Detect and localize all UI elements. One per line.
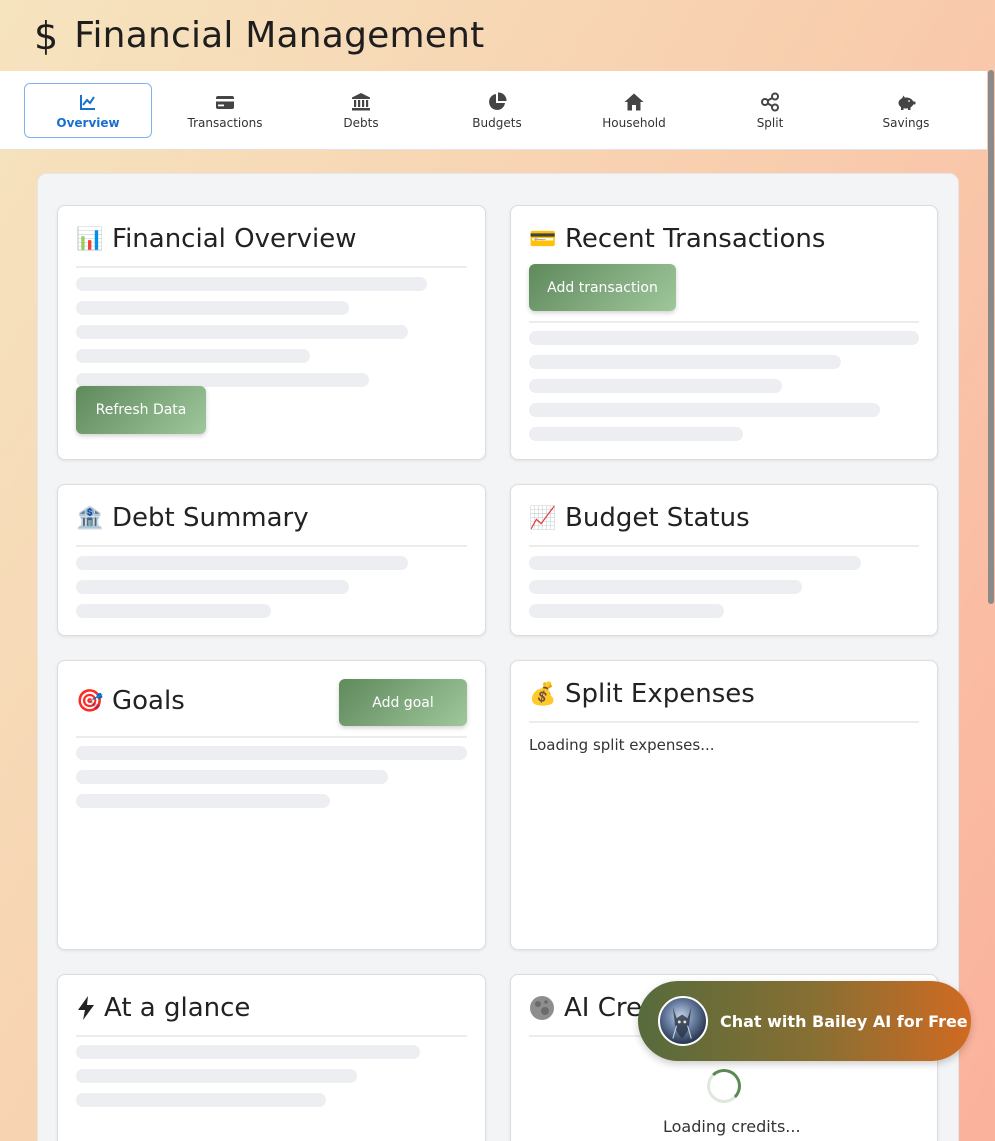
tab-overview[interactable]: Overview [24,83,152,138]
share-icon [761,92,779,111]
tab-split[interactable]: Split [706,83,834,138]
divider [76,545,467,547]
tab-label: Budgets [472,115,522,130]
card-title: 💰 Split Expenses [529,679,755,709]
divider [529,721,919,723]
skeleton-line [529,604,724,618]
skeleton-line [76,1093,326,1107]
target-icon: 🎯 [76,688,104,714]
tab-label: Overview [56,115,120,130]
skeleton-line [76,604,271,618]
skeleton-line [76,325,408,339]
skeleton-line [76,349,310,363]
tab-label: Household [602,115,666,130]
skeleton-line [529,331,919,345]
skeleton-line [76,1069,357,1083]
money-bag-icon: 💰 [529,681,557,707]
card-title: 💳 Recent Transactions [529,224,825,254]
home-icon [624,93,644,110]
lightning-icon [78,996,94,1020]
credit-card-icon: 💳 [529,226,557,252]
tab-label: Split [756,115,784,130]
card-title: AI Cre [529,993,642,1023]
trending-up-icon: 📈 [529,505,557,531]
card-title-text: Budget Status [565,503,750,533]
tab-household[interactable]: Household [570,83,698,138]
skeleton-line [529,355,841,369]
card-title: 📊 Financial Overview [76,224,357,254]
skeleton-line [76,301,349,315]
skeleton-line [529,379,782,393]
card-title-text: Split Expenses [565,679,755,709]
divider [76,736,467,738]
card-title: 🎯 Goals [76,686,185,716]
skeleton-line [76,556,408,570]
financial-overview-card: 📊 Financial Overview Refresh Data [57,205,486,460]
tab-bar: Overview Transactions Debts Budgets Hous… [0,71,987,150]
card-title-text: At a glance [104,993,251,1023]
card-title-text: Goals [112,686,185,716]
piggy-bank-icon [898,95,916,110]
card-title: 🏦 Debt Summary [76,503,309,533]
skeleton-line [76,1045,420,1059]
tab-debts[interactable]: Debts [297,83,425,138]
add-goal-button[interactable]: Add goal [339,679,467,726]
split-expenses-card: 💰 Split Expenses Loading split expenses.… [510,660,938,950]
tab-label: Transactions [187,115,263,130]
at-a-glance-card: At a glance [57,974,486,1141]
skeleton-line [529,556,861,570]
page-header: $ Financial Management [0,0,995,71]
tab-transactions[interactable]: Transactions [161,83,289,138]
divider [529,545,919,547]
pie-chart-icon [489,91,507,110]
card-title-text: Recent Transactions [565,224,826,254]
divider [76,1035,467,1037]
refresh-data-button[interactable]: Refresh Data [76,386,206,434]
chat-with-bailey-button[interactable]: Chat with Bailey AI for Free [638,981,971,1061]
skeleton-line [76,277,427,291]
skeleton-line [529,403,880,417]
tab-savings[interactable]: Savings [842,83,970,138]
budget-status-card: 📈 Budget Status [510,484,938,636]
card-title-text: AI Cre [564,993,642,1023]
cat-avatar [658,996,708,1046]
tab-budgets[interactable]: Budgets [433,83,561,138]
card-title-text: Debt Summary [112,503,309,533]
skeleton-line [76,373,369,387]
divider [529,321,919,323]
loading-spinner [707,1069,741,1103]
skeleton-line [529,427,743,441]
line-chart-icon [80,94,95,110]
loading-text: Loading split expenses... [529,736,715,754]
recent-transactions-card: 💳 Recent Transactions Add transaction [510,205,938,460]
add-transaction-button[interactable]: Add transaction [529,264,676,311]
skeleton-line [76,746,467,760]
bank-icon [352,92,370,110]
bank-icon: 🏦 [76,505,104,531]
tab-label: Savings [882,115,930,130]
card-title-text: Financial Overview [112,224,357,254]
moon-icon [530,996,554,1020]
loading-text: Loading credits... [663,1117,801,1136]
card-title: At a glance [76,993,250,1023]
tab-label: Debts [343,115,379,130]
skeleton-line [529,580,802,594]
scrollbar[interactable] [988,70,994,604]
goals-card: 🎯 Goals Add goal [57,660,486,950]
page-title: Financial Management [74,15,485,56]
dollar-icon: $ [34,13,59,58]
skeleton-line [76,770,388,784]
credit-card-icon [216,95,234,109]
debt-summary-card: 🏦 Debt Summary [57,484,486,636]
bar-chart-icon: 📊 [76,226,104,252]
card-title: 📈 Budget Status [529,503,750,533]
skeleton-line [76,794,330,808]
chat-label: Chat with Bailey AI for Free [720,1011,968,1031]
divider [76,266,467,268]
skeleton-line [76,580,349,594]
